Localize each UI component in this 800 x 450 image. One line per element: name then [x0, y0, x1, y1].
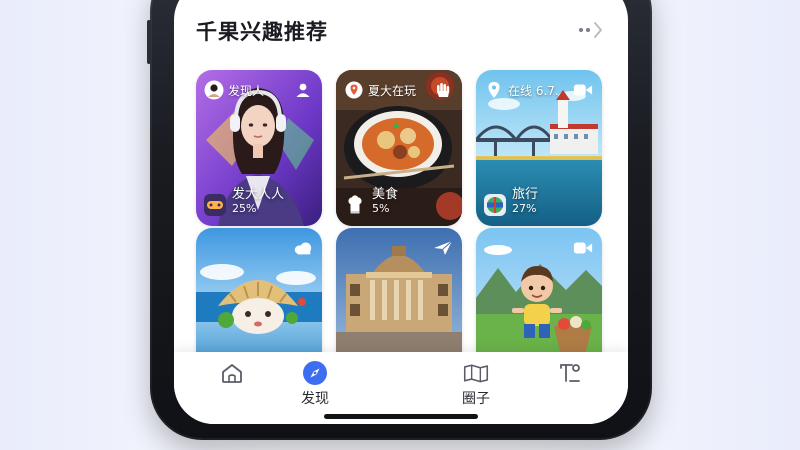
- card-percent: 5%: [372, 202, 390, 216]
- more-dots-chevron-icon: [579, 22, 602, 38]
- profile-icon: [557, 360, 583, 386]
- tab-label: 圈子: [462, 391, 490, 407]
- interest-card[interactable]: 在线 6.7. 旅行 27%: [476, 70, 602, 226]
- home-icon: [219, 360, 245, 386]
- location-pin-icon: [344, 80, 364, 100]
- card-percent: 27%: [512, 202, 537, 216]
- cloud-icon: [293, 238, 313, 258]
- video-icon: [573, 80, 593, 100]
- interest-cards-grid: 发现人 发大人人 25% 夏大在玩 美食 5% 在线 6.7. 旅行 27%: [196, 70, 604, 384]
- avatar-icon: [204, 80, 224, 100]
- card-tag-label: 在线 6.7.: [508, 83, 559, 98]
- tab-label: 发现: [301, 391, 329, 407]
- tab-profile[interactable]: [540, 360, 600, 412]
- home-indicator: [324, 414, 478, 419]
- card-caption: 旅行 27%: [484, 187, 538, 216]
- card-tag: 发现人: [204, 79, 264, 101]
- globe-icon: [484, 194, 506, 216]
- interest-card[interactable]: 发现人 发大人人 25%: [196, 70, 322, 226]
- interest-card[interactable]: 夏大在玩 美食 5%: [336, 70, 462, 226]
- tab-discover[interactable]: 发现: [285, 360, 345, 412]
- tab-circle[interactable]: 圈子: [446, 360, 506, 412]
- map-icon: [463, 360, 489, 386]
- section-title: 千果兴趣推荐: [196, 20, 328, 44]
- phone-side-button: [147, 20, 151, 64]
- card-percent: 25%: [232, 202, 257, 216]
- location-pin-icon: [484, 80, 504, 100]
- hand-icon: [433, 80, 453, 100]
- tab-home[interactable]: [202, 360, 262, 412]
- card-caption: 美食 5%: [344, 187, 398, 216]
- more-button[interactable]: [576, 18, 606, 42]
- chef-icon: [344, 194, 366, 216]
- card-tag-label: 发现人: [228, 83, 265, 98]
- controller-icon: [204, 194, 226, 216]
- card-tag: 在线 6.7.: [484, 79, 559, 101]
- user-icon: [293, 80, 313, 100]
- card-tag-label: 夏大在玩: [368, 83, 417, 98]
- compass-icon: [302, 360, 328, 386]
- section-header: 千果兴趣推荐: [196, 16, 606, 50]
- plane-icon: [433, 238, 453, 258]
- video-icon: [573, 238, 593, 258]
- card-caption: 发大人人 25%: [204, 187, 284, 216]
- phone-screen: 千果兴趣推荐 发现人 发大人人 25% 夏大在玩 美食 5% 在线 6.7. 旅…: [174, 0, 628, 424]
- card-tag: 夏大在玩: [344, 79, 416, 101]
